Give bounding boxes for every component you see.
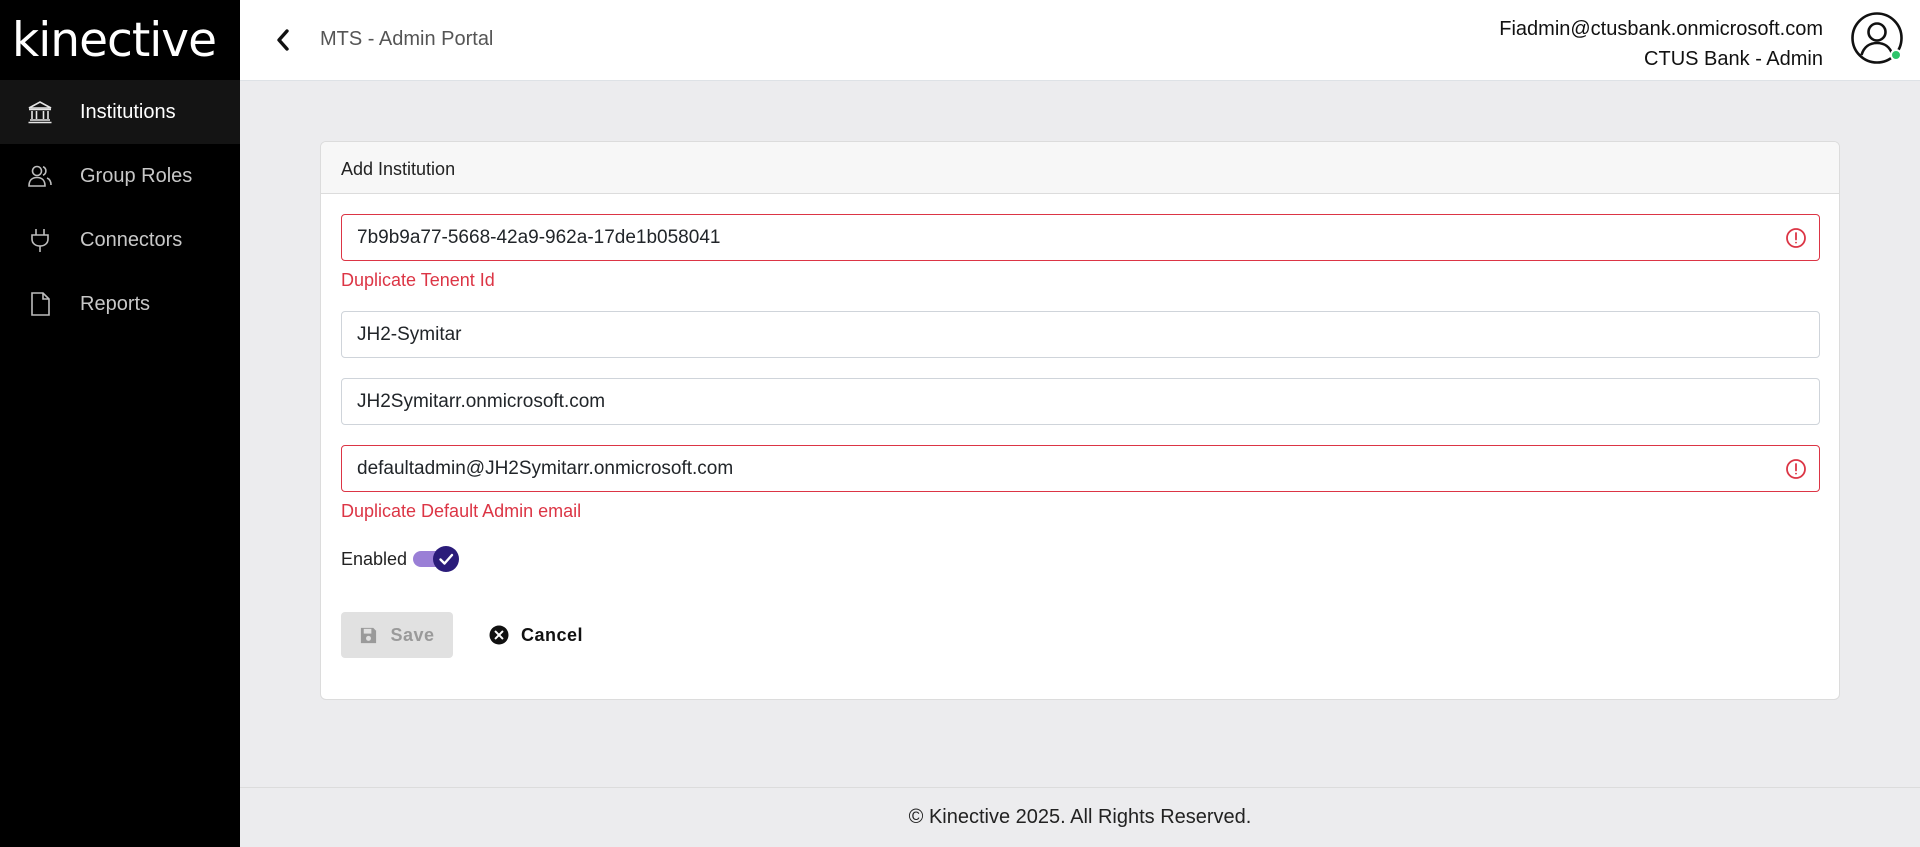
domain-field-wrapper: [341, 378, 1820, 425]
sidebar: kinective Institutions Group Roles Conne…: [0, 0, 240, 847]
admin-email-field-wrapper: [341, 445, 1820, 492]
sidebar-item-label: Connectors: [80, 228, 183, 251]
tenant-id-field-wrapper: [341, 214, 1820, 261]
form-actions: Save Cancel: [341, 612, 1819, 658]
bank-icon: [28, 101, 52, 124]
institution-name-input[interactable]: [342, 312, 1819, 357]
sidebar-item-institutions[interactable]: Institutions: [0, 80, 240, 144]
save-icon: [361, 627, 377, 643]
institution-form: Duplicate Tenent Id Duplicate Default Ad…: [321, 194, 1839, 678]
domain-input[interactable]: [342, 379, 1819, 424]
enabled-toggle[interactable]: [413, 546, 460, 572]
add-institution-card: Add Institution Duplicate Tenent Id: [320, 141, 1840, 700]
brand-logo[interactable]: kinective: [0, 0, 240, 80]
tenant-id-error: Duplicate Tenent Id: [341, 270, 495, 290]
user-role: CTUS Bank - Admin: [1644, 48, 1823, 70]
admin-email-input[interactable]: [342, 446, 1819, 491]
save-label: Save: [390, 624, 435, 645]
error-icon: [1786, 459, 1806, 479]
user-email: Fiadmin@ctusbank.onmicrosoft.com: [1499, 18, 1823, 40]
sidebar-item-connectors[interactable]: Connectors: [0, 208, 240, 272]
plug-icon: [31, 229, 49, 252]
sidebar-item-label: Group Roles: [80, 164, 193, 187]
copyright-text: © Kinective 2025. All Rights Reserved.: [908, 806, 1252, 828]
sidebar-item-label: Institutions: [80, 100, 176, 123]
toggle-knob: [433, 546, 460, 572]
enabled-label: Enabled: [341, 548, 408, 569]
save-button[interactable]: Save: [341, 612, 453, 658]
brand-name: kinective: [12, 12, 217, 68]
close-circle-icon: [489, 625, 509, 645]
sidebar-item-label: Reports: [80, 292, 151, 315]
back-arrow-icon[interactable]: [270, 26, 298, 54]
tenant-id-input[interactable]: [342, 215, 1819, 260]
sidebar-item-reports[interactable]: Reports: [0, 272, 240, 336]
error-icon: [1786, 228, 1806, 248]
top-header: MTS - Admin Portal Fiadmin@ctusbank.onmi…: [240, 0, 1920, 81]
users-icon: [28, 165, 52, 187]
name-field-wrapper: [341, 311, 1820, 358]
cancel-button[interactable]: Cancel: [489, 625, 583, 646]
check-icon: [439, 553, 454, 565]
enabled-row: Enabled: [341, 546, 1819, 572]
document-icon: [31, 292, 50, 316]
admin-email-error: Duplicate Default Admin email: [341, 501, 582, 521]
online-status-dot: [1890, 49, 1902, 61]
page-title: MTS - Admin Portal: [320, 28, 494, 50]
card-title: Add Institution: [321, 142, 1839, 194]
footer: © Kinective 2025. All Rights Reserved.: [240, 787, 1920, 847]
sidebar-item-group-roles[interactable]: Group Roles: [0, 144, 240, 208]
cancel-label: Cancel: [521, 624, 584, 645]
user-info: Fiadmin@ctusbank.onmicrosoft.com CTUS Ba…: [1499, 14, 1823, 74]
